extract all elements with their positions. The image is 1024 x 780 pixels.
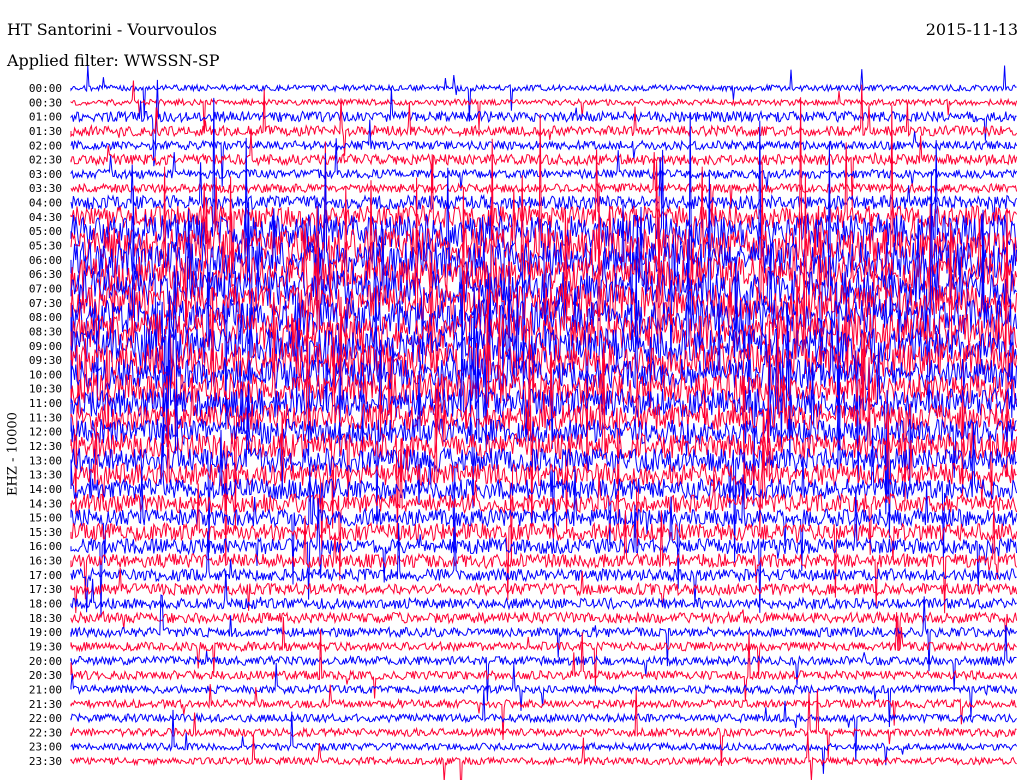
row-time-label: 07:00 xyxy=(29,282,62,295)
row-time-label: 16:00 xyxy=(29,540,62,553)
row-time-label: 02:00 xyxy=(29,139,62,152)
row-time-label: 12:00 xyxy=(29,426,62,439)
row-time-label: 16:30 xyxy=(29,555,62,568)
row-time-label: 12:30 xyxy=(29,440,62,453)
row-time-label: 19:00 xyxy=(29,626,62,639)
row-time-label: 18:00 xyxy=(29,598,62,611)
row-time-label: 22:00 xyxy=(29,712,62,725)
row-time-label: 07:30 xyxy=(29,297,62,310)
helicorder-plot: 00:0000:30 01:0001:3002:00 02:3003:0003:30… xyxy=(29,65,1018,780)
row-time-label: 18:30 xyxy=(29,612,62,625)
row-time-label: 23:00 xyxy=(29,741,62,754)
row-label-group: 00:0000:30 01:0001:3002:00 02:3003:0003:30… xyxy=(29,82,62,768)
row-time-label: 01:00 xyxy=(29,111,62,124)
channel-label-text: EHZ - 10000 xyxy=(5,412,21,496)
row-time-label: 21:00 xyxy=(29,683,62,696)
channel-label: EHZ - 10000 xyxy=(3,412,23,496)
seismic-trace xyxy=(70,65,1017,120)
row-time-label: 15:00 xyxy=(29,512,62,525)
row-time-label: 19:30 xyxy=(29,640,62,653)
row-time-label: 04:30 xyxy=(29,211,62,224)
row-time-label: 02:30 xyxy=(29,154,62,167)
row-time-label: 00:30 xyxy=(29,96,62,109)
row-time-label: 14:30 xyxy=(29,497,62,510)
row-time-label: 10:00 xyxy=(29,368,62,381)
row-time-label: 14:00 xyxy=(29,483,62,496)
row-time-label: 09:00 xyxy=(29,340,62,353)
seismic-trace xyxy=(70,422,1018,561)
trace-group xyxy=(70,65,1018,780)
row-time-label: 03:00 xyxy=(29,168,62,181)
row-time-label: 20:00 xyxy=(29,655,62,668)
seismic-trace xyxy=(70,483,1018,600)
seismic-trace xyxy=(70,567,1018,614)
row-time-label: 05:00 xyxy=(29,225,62,238)
row-time-label: 17:30 xyxy=(29,583,62,596)
row-time-label: 13:30 xyxy=(29,469,62,482)
row-time-label: 13:00 xyxy=(29,454,62,467)
row-time-label: 17:00 xyxy=(29,569,62,582)
row-time-label: 10:30 xyxy=(29,383,62,396)
row-time-label: 21:30 xyxy=(29,698,62,711)
seismic-trace xyxy=(70,486,1018,618)
row-time-label: 22:30 xyxy=(29,726,62,739)
row-time-label: 08:00 xyxy=(29,311,62,324)
row-time-label: 05:30 xyxy=(29,240,62,253)
row-time-label: 03:30 xyxy=(29,182,62,195)
row-time-label: 06:30 xyxy=(29,268,62,281)
row-time-label: 06:00 xyxy=(29,254,62,267)
row-time-label: 00:00 xyxy=(29,82,62,95)
row-time-label: 20:30 xyxy=(29,669,62,682)
row-time-label: 11:30 xyxy=(29,411,62,424)
row-time-label: 23:30 xyxy=(29,755,62,768)
row-time-label: 15:30 xyxy=(29,526,62,539)
seismic-trace xyxy=(70,731,1017,780)
row-time-label: 01:30 xyxy=(29,125,62,138)
row-time-label: 08:30 xyxy=(29,325,62,338)
row-time-label: 11:00 xyxy=(29,397,62,410)
row-time-label: 04:00 xyxy=(29,197,62,210)
row-time-label: 09:30 xyxy=(29,354,62,367)
